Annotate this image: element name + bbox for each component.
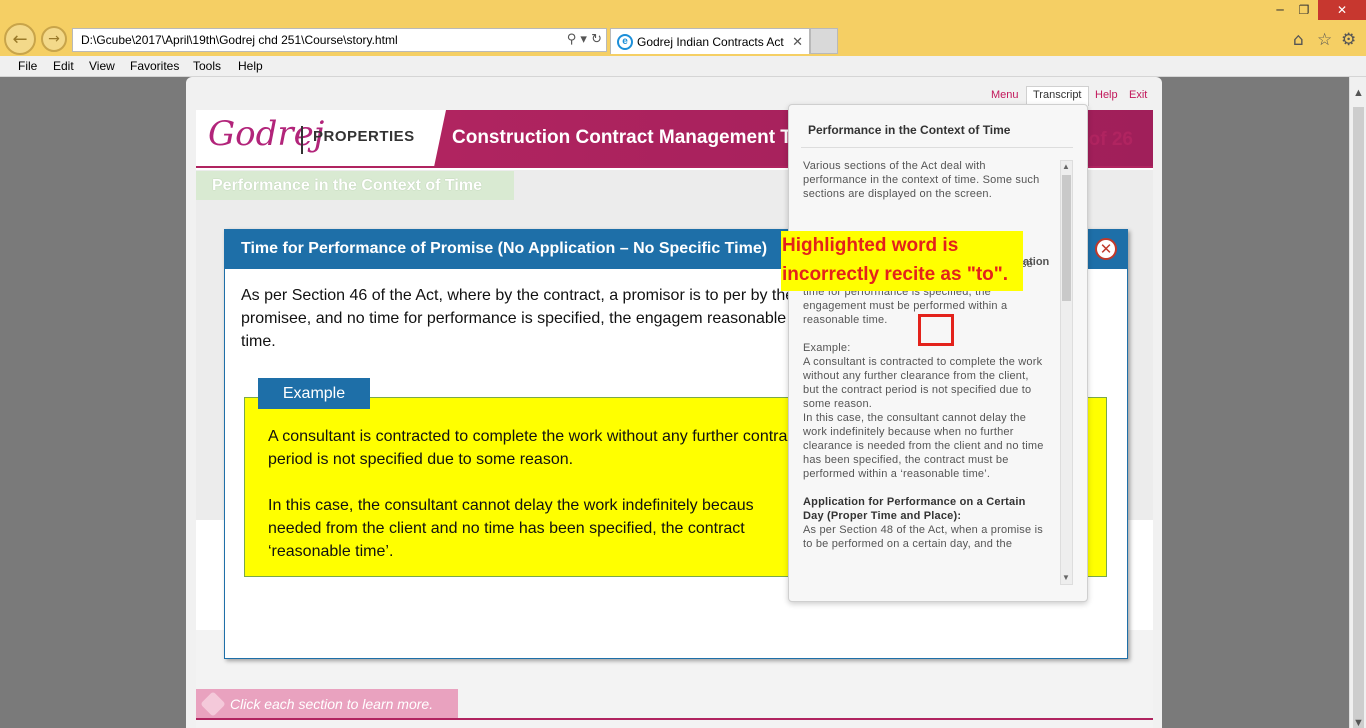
course-title: Construction Contract Management Tra <box>452 127 809 148</box>
transcript-text[interactable]: Various sections of the Act deal with pe… <box>803 159 1047 584</box>
transcript-scrollbar[interactable]: ▲ ▼ <box>1060 160 1073 585</box>
transcript-panel: Performance in the Context of Time Vario… <box>788 104 1088 602</box>
menu-edit[interactable]: Edit <box>53 59 74 73</box>
transcript-heading: Application for Performance on a Certain… <box>803 496 1026 522</box>
new-tab-button[interactable] <box>810 28 838 54</box>
section-title: Performance in the Context of Time <box>196 171 514 200</box>
tag-icon <box>200 691 226 717</box>
page-count: of 26 <box>1088 129 1133 150</box>
godrej-logo: Godrej <box>208 114 325 154</box>
transcript-separator <box>801 147 1073 148</box>
dropdown-icon[interactable]: ▾ <box>580 32 587 47</box>
footer-tip: Click each section to learn more. <box>196 689 458 719</box>
browser-tab[interactable]: e Godrej Indian Contracts Act ✕ <box>610 28 810 54</box>
transcript-heading-fragment: ation <box>1023 256 1050 268</box>
footer-divider <box>196 718 1153 720</box>
example-paragraph-1: A consultant is contracted to complete t… <box>268 428 800 468</box>
logo-area: Godrej PROPERTIES <box>196 110 441 167</box>
menu-favorites[interactable]: Favorites <box>130 59 179 73</box>
nav-help-link[interactable]: Help <box>1095 89 1118 101</box>
restore-button[interactable]: ❐ <box>1292 0 1316 20</box>
forward-button[interactable]: → <box>41 26 67 52</box>
logo-properties-text: PROPERTIES <box>313 128 415 145</box>
popup-close-button[interactable]: ✕ <box>1095 238 1117 260</box>
menu-tools[interactable]: Tools <box>193 59 221 73</box>
ie-icon: e <box>617 34 633 50</box>
example-paragraph-2: In this case, the consultant cannot dela… <box>268 497 754 560</box>
nav-menu-link[interactable]: Menu <box>991 89 1019 101</box>
page-scrollbar[interactable]: ▲ ▼ <box>1349 77 1366 728</box>
highlight-box <box>918 314 954 346</box>
nav-transcript-tab[interactable]: Transcript <box>1026 86 1089 106</box>
transcript-scroll-up-icon[interactable]: ▲ <box>1062 162 1070 171</box>
popup-body-text: As per Section 46 of the Act, where by t… <box>241 287 795 350</box>
transcript-paragraph: As per Section 48 of the Act, when a pro… <box>803 524 1043 550</box>
transcript-title: Performance in the Context of Time <box>808 123 1011 137</box>
scroll-up-icon[interactable]: ▲ <box>1353 87 1364 99</box>
menu-bar: File Edit View Favorites Tools Help <box>0 56 1366 77</box>
menu-view[interactable]: View <box>89 59 115 73</box>
transcript-paragraph: In this case, the consultant cannot dela… <box>803 412 1044 480</box>
transcript-scroll-thumb[interactable] <box>1062 175 1071 301</box>
address-controls: ⚲ ▾ ↻ <box>567 29 602 51</box>
settings-gear-icon[interactable]: ⚙ <box>1341 30 1356 50</box>
tab-title: Godrej Indian Contracts Act <box>637 35 784 49</box>
address-text: D:\Gcube\2017\April\19th\Godrej chd 251\… <box>81 33 398 47</box>
search-icon[interactable]: ⚲ <box>567 32 577 47</box>
logo-divider <box>301 126 303 154</box>
nav-exit-link[interactable]: Exit <box>1129 89 1147 101</box>
scroll-down-icon[interactable]: ▼ <box>1353 717 1364 728</box>
footer-tip-text: Click each section to learn more. <box>230 696 434 712</box>
favorites-star-icon[interactable]: ☆ <box>1317 30 1332 50</box>
minimize-button[interactable]: ─ <box>1268 0 1292 20</box>
refresh-icon[interactable]: ↻ <box>591 32 602 47</box>
address-bar[interactable]: D:\Gcube\2017\April\19th\Godrej chd 251\… <box>72 28 607 52</box>
transcript-paragraph: A consultant is contracted to complete t… <box>803 356 1043 410</box>
annotation-line-1: Highlighted word is <box>782 235 959 256</box>
annotation-line-2: incorrectly recite as "to". <box>782 264 1009 285</box>
back-button[interactable]: ← <box>4 23 36 55</box>
forward-arrow-icon: → <box>48 31 60 47</box>
transcript-scroll-down-icon[interactable]: ▼ <box>1062 573 1070 582</box>
back-arrow-icon: ← <box>12 28 28 50</box>
transcript-paragraph <box>803 215 1047 229</box>
menu-file[interactable]: File <box>18 59 37 73</box>
transcript-paragraph: Various sections of the Act deal with pe… <box>803 160 1040 200</box>
tab-close-icon[interactable]: ✕ <box>792 29 803 55</box>
menu-help[interactable]: Help <box>238 59 263 73</box>
home-icon[interactable]: ⌂ <box>1293 30 1304 50</box>
scroll-thumb[interactable] <box>1353 107 1364 728</box>
example-label: Example <box>258 378 370 409</box>
popup-title: Time for Performance of Promise (No Appl… <box>241 240 768 257</box>
close-icon: ✕ <box>1099 241 1113 258</box>
annotation-callout: Highlighted word is incorrectly recite a… <box>781 231 1023 291</box>
window-close-button[interactable]: ✕ <box>1318 0 1366 20</box>
